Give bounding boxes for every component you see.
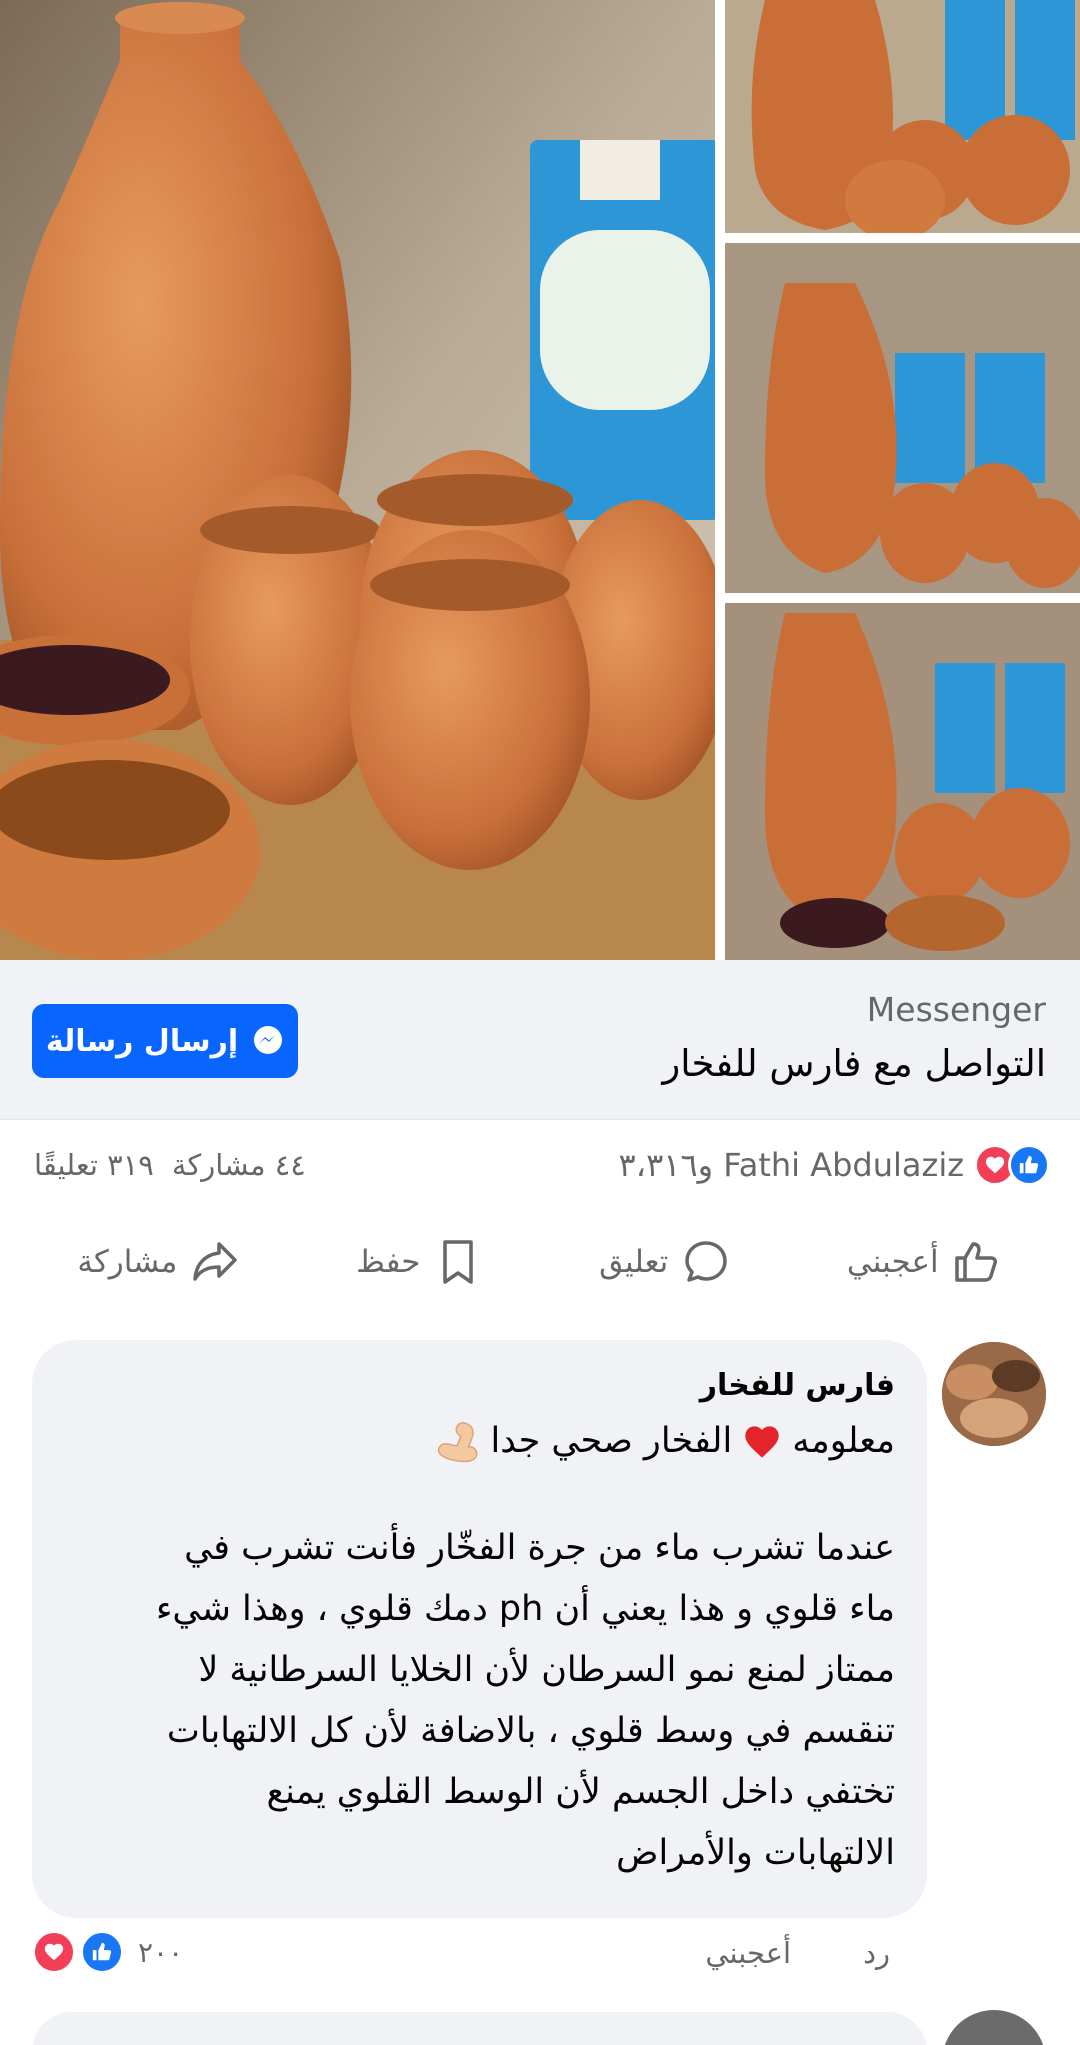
comment-body-line: الالتهابات والأمراض — [616, 1833, 895, 1873]
share-label: مشاركة — [77, 1244, 178, 1280]
reactor-names: Fathi Abdulaziz و٣،٣١٦ — [618, 1146, 964, 1184]
comment-reaction-count: ٢٠٠ — [138, 1935, 184, 1969]
comment-body-line: تختفي داخل الجسم لأن الوسط القلوي يمنع — [266, 1772, 895, 1812]
post-photo-2[interactable] — [725, 0, 1080, 233]
like-icon — [1008, 1144, 1050, 1186]
comment-actions: أعجبني رد — [705, 1936, 890, 1970]
post-photo-main[interactable] — [0, 0, 715, 960]
comment-body: عندما تشرب ماء من جرة الفخّار فأنت تشرب … — [64, 1518, 895, 1884]
next-comment-avatar[interactable] — [942, 2010, 1046, 2045]
comment-count[interactable]: ٣١٩ تعليقًا — [34, 1148, 154, 1182]
share-arrow-icon — [193, 1242, 238, 1281]
like-label: أعجبني — [846, 1244, 939, 1280]
comment-bubble: فارس للفخار معلومه الفخار صحي جدا عندما … — [32, 1340, 927, 1918]
save-button[interactable]: حفظ — [356, 1236, 484, 1288]
comment-like-button[interactable]: أعجبني — [705, 1936, 791, 1970]
post-photo-3[interactable] — [725, 243, 1080, 593]
comment-author-avatar[interactable] — [942, 1342, 1046, 1446]
comment-reactions[interactable]: ٢٠٠ — [32, 1930, 183, 1974]
cta-title: التواصل مع فارس للفخار — [662, 1042, 1046, 1085]
comment-line1-start: معلومه — [792, 1421, 895, 1461]
post-photo-collage — [0, 0, 1080, 960]
like-icon — [80, 1930, 124, 1974]
comment-line1-end: الفخار صحي جدا — [490, 1421, 733, 1461]
share-count[interactable]: ٤٤ مشاركة — [172, 1148, 306, 1182]
messenger-cta: Messenger التواصل مع فارس للفخار إرسال ر… — [0, 960, 1080, 1120]
comment-bubble-icon — [685, 1241, 727, 1282]
send-message-label: إرسال رسالة — [45, 1023, 239, 1059]
comment-body-line: تنقسم في وسط قلوي ، بالاضافة لأن كل الال… — [166, 1711, 895, 1751]
save-label: حفظ — [356, 1244, 421, 1280]
post-action-bar: أعجبني تعليق حفظ مشاركة — [0, 1212, 1080, 1312]
thumbs-up-icon — [954, 1242, 997, 1282]
share-button[interactable]: مشاركة — [77, 1236, 241, 1288]
comment-body-line: ماء قلوي و هذا يعني أن ph دمك قلوي ، وهذ… — [155, 1589, 895, 1629]
comment-body-line: ممتاز لمنع نمو السرطان لأن الخلايا السرط… — [198, 1650, 895, 1690]
cta-channel-label: Messenger — [866, 990, 1046, 1029]
comment-button[interactable]: تعليق — [599, 1236, 732, 1288]
reactions-summary[interactable]: Fathi Abdulaziz و٣،٣١٦ — [619, 1144, 1050, 1186]
comment-reply-button[interactable]: رد — [863, 1936, 890, 1970]
messenger-icon — [254, 1026, 283, 1054]
like-button[interactable]: أعجبني — [847, 1236, 1003, 1288]
post-stats: ٣١٩ تعليقًا ٤٤ مشاركة — [34, 1148, 306, 1182]
love-icon — [32, 1930, 76, 1974]
comment-label: تعليق — [599, 1244, 669, 1280]
comment-first-line: معلومه الفخار صحي جدا — [64, 1412, 895, 1470]
flexed-biceps-icon — [438, 1422, 478, 1463]
comment-author-name[interactable]: فارس للفخار — [64, 1364, 895, 1408]
send-message-button[interactable]: إرسال رسالة — [32, 1004, 298, 1078]
reaction-icons — [974, 1144, 1050, 1186]
reaction-summary-bar: Fathi Abdulaziz و٣،٣١٦ ٣١٩ تعليقًا ٤٤ مش… — [0, 1120, 1080, 1208]
next-comment-bubble — [32, 2012, 927, 2045]
bookmark-icon — [443, 1240, 474, 1284]
comment-body-line: عندما تشرب ماء من جرة الفخّار فأنت تشرب … — [184, 1528, 895, 1568]
post-photo-4[interactable] — [725, 603, 1080, 960]
red-heart-icon — [745, 1426, 779, 1458]
